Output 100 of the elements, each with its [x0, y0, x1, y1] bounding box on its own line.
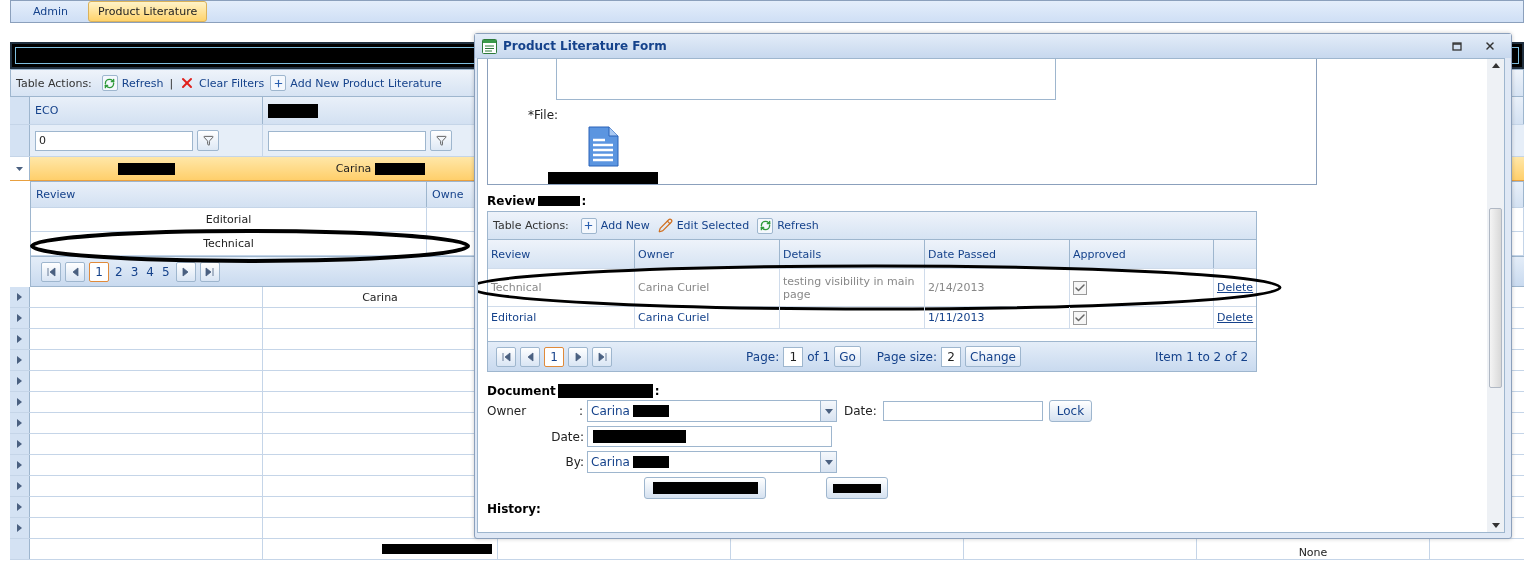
redaction-bar: [268, 103, 318, 118]
checkbox[interactable]: [1073, 310, 1087, 325]
section-heading: Document: [487, 384, 556, 398]
collapse-arrow-icon[interactable]: [16, 164, 23, 173]
last-page-button[interactable]: [592, 346, 612, 367]
page-input[interactable]: 1: [783, 346, 804, 367]
go-button[interactable]: Go: [834, 346, 861, 367]
column-header: [1214, 240, 1256, 268]
field-label: By:: [565, 455, 585, 469]
expand-arrow-icon[interactable]: [16, 293, 23, 301]
item-summary: Item 1 to 2 of 2: [1155, 349, 1248, 364]
lock-button[interactable]: Lock: [1048, 400, 1093, 422]
table-cell: None: [1298, 546, 1328, 559]
column-header[interactable]: Details: [780, 240, 925, 268]
last-page-icon: [205, 266, 215, 277]
previous-page-button[interactable]: [520, 346, 540, 367]
redaction-bar: [375, 162, 426, 175]
column-header[interactable]: ECO: [30, 97, 263, 124]
page-size-label: Page size:: [876, 349, 938, 364]
table-cell: Technical: [488, 269, 635, 306]
filter-icon: [435, 135, 447, 146]
page-number[interactable]: 4: [144, 264, 156, 279]
page-number[interactable]: 2: [113, 264, 125, 279]
colon-text: :: [654, 384, 660, 398]
redaction-bar: [118, 162, 175, 175]
toolbar-action[interactable]: Refresh: [101, 75, 164, 91]
field-label: Owner: [487, 404, 527, 418]
column-header[interactable]: Review: [488, 240, 635, 268]
change-button[interactable]: Change: [965, 346, 1021, 367]
owner-select[interactable]: Carina: [587, 400, 837, 422]
expand-arrow-icon[interactable]: [16, 398, 23, 406]
owner-text: Carina: [335, 162, 372, 175]
column-header[interactable]: Approved: [1070, 240, 1214, 268]
scroll-down-icon[interactable]: [1491, 523, 1500, 528]
expand-arrow-icon[interactable]: [16, 356, 23, 364]
toolbar-action[interactable]: Edit Selected: [657, 218, 750, 233]
page-number[interactable]: 1: [544, 346, 564, 367]
document-icon: [587, 126, 619, 168]
toolbar-action[interactable]: Refresh: [757, 217, 819, 234]
column-header[interactable]: Review: [31, 182, 427, 207]
column-header[interactable]: Owner: [635, 240, 780, 268]
filter-input[interactable]: [268, 130, 426, 151]
redacted-button[interactable]: [826, 477, 888, 499]
first-page-button[interactable]: [41, 261, 61, 282]
first-page-icon: [501, 351, 511, 362]
first-page-button[interactable]: [496, 346, 516, 367]
filter-button[interactable]: [430, 130, 452, 151]
check-icon: [1074, 311, 1086, 324]
next-icon: [573, 351, 583, 362]
table-cell: Editorial: [31, 208, 427, 231]
table-cell: Editorial: [488, 307, 635, 328]
toolbar-action[interactable]: Add New Product Literature: [270, 75, 442, 91]
dialog-title: Product Literature Form: [503, 39, 667, 53]
first-page-icon: [46, 266, 56, 277]
colon-text: :: [578, 404, 583, 418]
expand-arrow-icon[interactable]: [16, 335, 23, 343]
next-page-button[interactable]: [568, 346, 588, 367]
field-label: Date:: [551, 429, 585, 444]
expand-arrow-icon[interactable]: [16, 482, 23, 490]
expand-arrow-icon[interactable]: [16, 314, 23, 322]
caret-icon: [824, 459, 833, 465]
section-heading: History:: [487, 502, 541, 516]
page-number[interactable]: 3: [128, 264, 141, 279]
page-number[interactable]: 5: [159, 264, 172, 279]
redacted-button[interactable]: [644, 477, 766, 499]
toolbar-action[interactable]: Clear Filters: [179, 75, 265, 91]
section-heading: Review: [487, 194, 536, 208]
table-cell: 1/11/2013: [925, 307, 1070, 328]
close-icon: [1484, 40, 1496, 52]
delete-link[interactable]: Delete: [1217, 311, 1254, 324]
date-field[interactable]: [587, 426, 832, 447]
separator-text: |: [169, 76, 174, 90]
expand-arrow-icon[interactable]: [16, 419, 23, 427]
toolbar-action[interactable]: Add New: [580, 217, 650, 234]
column-header[interactable]: Date Passed: [925, 240, 1070, 268]
toolbar-label: Table Actions:: [16, 76, 92, 90]
scrollbar[interactable]: [1487, 59, 1504, 532]
expand-arrow-icon[interactable]: [16, 461, 23, 469]
page-size-input[interactable]: 2: [941, 346, 962, 367]
table-cell-text: testing visibility in main page: [783, 274, 916, 301]
expand-arrow-icon[interactable]: [16, 503, 23, 511]
expand-arrow-icon[interactable]: [16, 524, 23, 532]
next-page-button[interactable]: [175, 261, 196, 282]
page-number[interactable]: 1: [89, 261, 109, 282]
form-icon: [482, 38, 497, 54]
plus-icon: [580, 217, 597, 234]
filter-button[interactable]: [197, 130, 219, 151]
expand-arrow-icon[interactable]: [16, 377, 23, 385]
last-page-button[interactable]: [199, 261, 220, 282]
nav-tab[interactable]: Admin: [23, 1, 79, 22]
previous-icon: [70, 266, 80, 277]
nav-tab[interactable]: Product Literature: [88, 1, 208, 22]
expand-arrow-icon[interactable]: [16, 440, 23, 448]
by-select[interactable]: Carina: [587, 451, 837, 473]
last-page-icon: [597, 351, 607, 362]
table-cell: Technical: [31, 232, 427, 255]
date-input[interactable]: [882, 401, 1043, 421]
filter-input[interactable]: 0: [35, 130, 193, 151]
previous-page-button[interactable]: [65, 261, 85, 282]
file-label: *File:: [528, 108, 560, 122]
